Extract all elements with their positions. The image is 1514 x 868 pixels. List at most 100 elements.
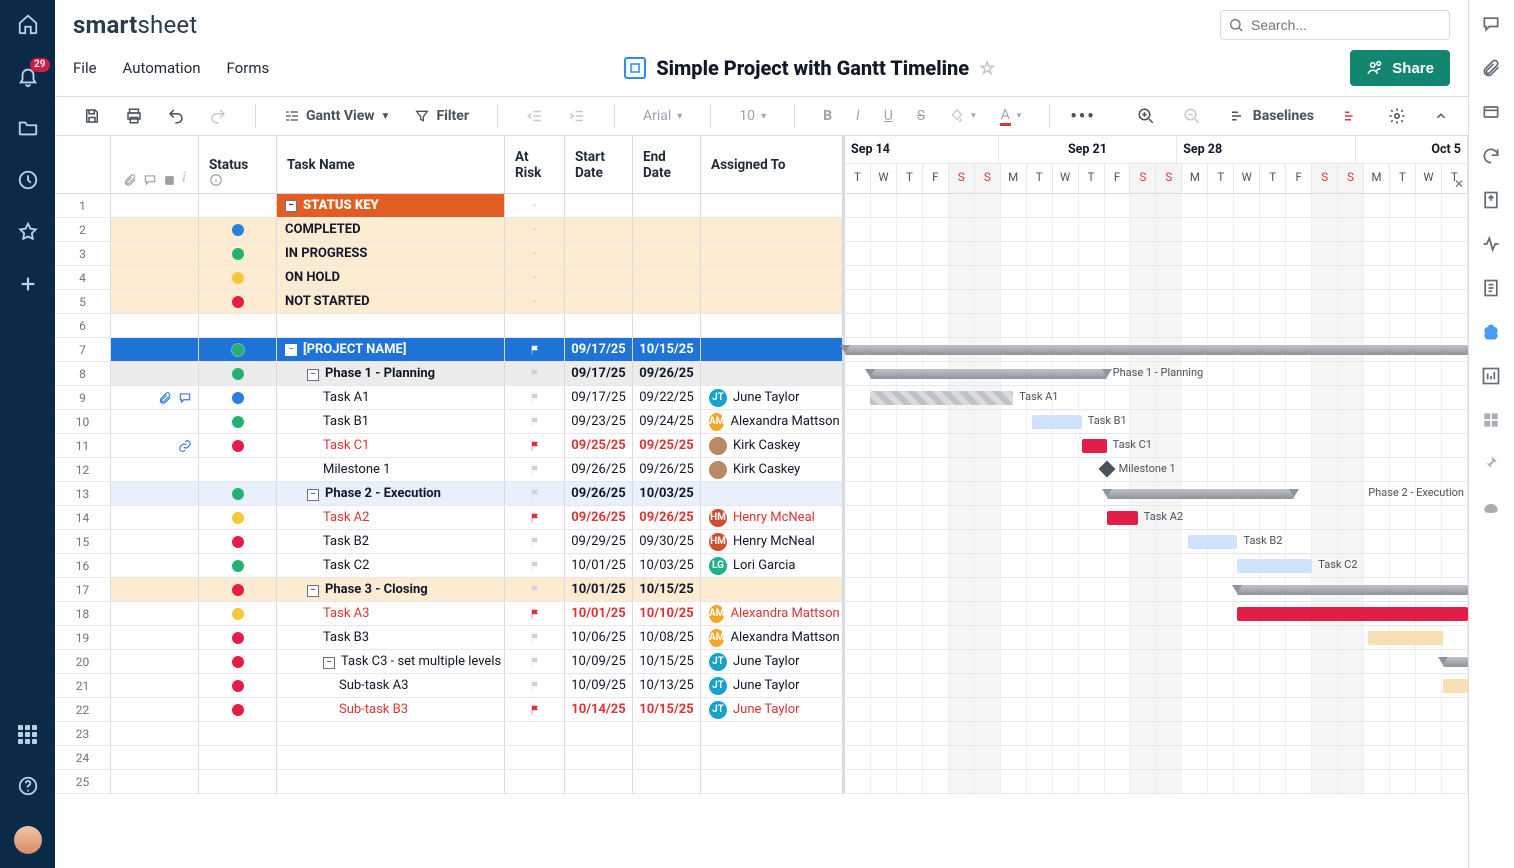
cell-status[interactable]	[199, 650, 277, 673]
work-insights-icon[interactable]	[1481, 366, 1503, 388]
row-number[interactable]: 14	[55, 506, 111, 529]
cell-start-date[interactable]: 10/01/25	[565, 554, 633, 577]
cell-task[interactable]: Sub-task B3	[277, 698, 505, 721]
cell-task[interactable]: −STATUS KEY	[277, 194, 505, 217]
cell-assigned[interactable]: HMHenry McNeal	[701, 506, 843, 529]
cell-risk[interactable]: -	[505, 290, 565, 313]
cell-risk[interactable]	[505, 434, 565, 457]
row-number[interactable]: 19	[55, 626, 111, 649]
cell-start-date[interactable]: 09/17/25	[565, 386, 633, 409]
cell-end-date[interactable]: 10/13/25	[633, 674, 701, 697]
filter-button[interactable]: Filter	[408, 104, 475, 128]
undo-icon[interactable]	[161, 103, 191, 129]
gantt-cell[interactable]	[843, 674, 1468, 697]
cell-status[interactable]	[199, 482, 277, 505]
row-number[interactable]: 5	[55, 290, 111, 313]
cell-risk[interactable]	[505, 722, 565, 745]
cell-status[interactable]	[199, 770, 277, 793]
gantt-cell[interactable]	[843, 338, 1468, 361]
summary-icon[interactable]	[1481, 278, 1503, 300]
cell-task[interactable]	[277, 722, 505, 745]
grid-row[interactable]: 8−Phase 1 - Planning09/17/2509/26/25Phas…	[55, 362, 1468, 386]
cell-start-date[interactable]	[565, 218, 633, 241]
text-color-icon[interactable]: A▾	[994, 103, 1028, 130]
row-number[interactable]: 6	[55, 314, 111, 337]
gantt-cell[interactable]	[843, 242, 1468, 265]
grid-row[interactable]: 6	[55, 314, 1468, 338]
cell-task[interactable]: Task A3	[277, 602, 505, 625]
cell-start-date[interactable]	[565, 770, 633, 793]
cell-start-date[interactable]: 09/26/25	[565, 482, 633, 505]
col-start[interactable]: Start Date	[565, 136, 633, 193]
cell-start-date[interactable]	[565, 242, 633, 265]
apps-icon[interactable]	[16, 722, 40, 746]
cell-end-date[interactable]	[633, 194, 701, 217]
cell-assigned[interactable]	[701, 218, 843, 241]
collapse-toggle[interactable]: −	[307, 585, 319, 597]
cell-start-date[interactable]: 10/14/25	[565, 698, 633, 721]
grid-row[interactable]: 16Task C210/01/2510/03/25LGLori GarciaTa…	[55, 554, 1468, 578]
outdent-icon[interactable]	[520, 103, 550, 129]
cell-end-date[interactable]: 09/30/25	[633, 530, 701, 553]
cell-start-date[interactable]: 09/26/25	[565, 458, 633, 481]
row-number[interactable]: 23	[55, 722, 111, 745]
cell-task[interactable]: −Task C3 - set multiple levels	[277, 650, 505, 673]
cell-assigned[interactable]: AMAlexandra Mattson	[701, 410, 843, 433]
grid-row[interactable]: 21Sub-task A310/09/2510/13/25JTJune Tayl…	[55, 674, 1468, 698]
cell-status[interactable]	[199, 506, 277, 529]
cell-task[interactable]: Sub-task A3	[277, 674, 505, 697]
bold-icon[interactable]: B	[817, 104, 838, 128]
gantt-cell[interactable]	[843, 770, 1468, 793]
row-number[interactable]: 21	[55, 674, 111, 697]
cell-assigned[interactable]	[701, 722, 843, 745]
cell-status[interactable]	[199, 314, 277, 337]
row-number[interactable]: 10	[55, 410, 111, 433]
col-risk[interactable]: At Risk	[505, 136, 565, 193]
cell-task[interactable]: Task B2	[277, 530, 505, 553]
brand-logo[interactable]: smartsheet	[73, 11, 197, 39]
gantt-cell[interactable]: Phase 2 - Execution	[843, 482, 1468, 505]
gantt-cell[interactable]: Task C2	[843, 554, 1468, 577]
gantt-cell[interactable]	[843, 578, 1468, 601]
cell-risk[interactable]	[505, 410, 565, 433]
view-selector[interactable]: Gantt View ▼	[278, 104, 396, 128]
gantt-cell[interactable]	[843, 746, 1468, 769]
cell-assigned[interactable]: LGLori Garcia	[701, 554, 843, 577]
cell-task[interactable]: IN PROGRESS	[277, 242, 505, 265]
cell-status[interactable]	[199, 602, 277, 625]
home-icon[interactable]	[16, 12, 40, 36]
cell-end-date[interactable]: 10/03/25	[633, 482, 701, 505]
cell-start-date[interactable]	[565, 290, 633, 313]
favorites-icon[interactable]	[16, 220, 40, 244]
cell-start-date[interactable]: 10/09/25	[565, 674, 633, 697]
cell-assigned[interactable]	[701, 338, 843, 361]
cell-status[interactable]	[199, 458, 277, 481]
collapse-toggle[interactable]: −	[285, 344, 297, 356]
italic-icon[interactable]: I	[850, 104, 866, 128]
cell-end-date[interactable]	[633, 290, 701, 313]
help-icon[interactable]	[16, 774, 40, 798]
cell-assigned[interactable]: JTJune Taylor	[701, 386, 843, 409]
cell-risk[interactable]	[505, 338, 565, 361]
cell-end-date[interactable]: 10/15/25	[633, 698, 701, 721]
row-number[interactable]: 25	[55, 770, 111, 793]
cell-status[interactable]	[199, 578, 277, 601]
col-task[interactable]: Task Name	[277, 136, 505, 193]
cell-start-date[interactable]: 10/01/25	[565, 578, 633, 601]
grid-row[interactable]: 25	[55, 770, 1468, 794]
cell-status[interactable]	[199, 626, 277, 649]
row-number[interactable]: 15	[55, 530, 111, 553]
indent-icon[interactable]	[562, 103, 592, 129]
fill-color-icon[interactable]: ▾	[943, 104, 982, 128]
cell-task[interactable]: −Phase 1 - Planning	[277, 362, 505, 385]
grid-row[interactable]: 23	[55, 722, 1468, 746]
cell-assigned[interactable]: Kirk Caskey	[701, 458, 843, 481]
cell-status[interactable]	[199, 290, 277, 313]
gantt-cell[interactable]: Task B1	[843, 410, 1468, 433]
settings-icon[interactable]	[1382, 103, 1412, 129]
recent-icon[interactable]	[16, 168, 40, 192]
collapse-toggle[interactable]: −	[307, 489, 319, 501]
cell-risk[interactable]	[505, 554, 565, 577]
cell-end-date[interactable]: 09/26/25	[633, 506, 701, 529]
cell-end-date[interactable]: 10/08/25	[633, 626, 701, 649]
